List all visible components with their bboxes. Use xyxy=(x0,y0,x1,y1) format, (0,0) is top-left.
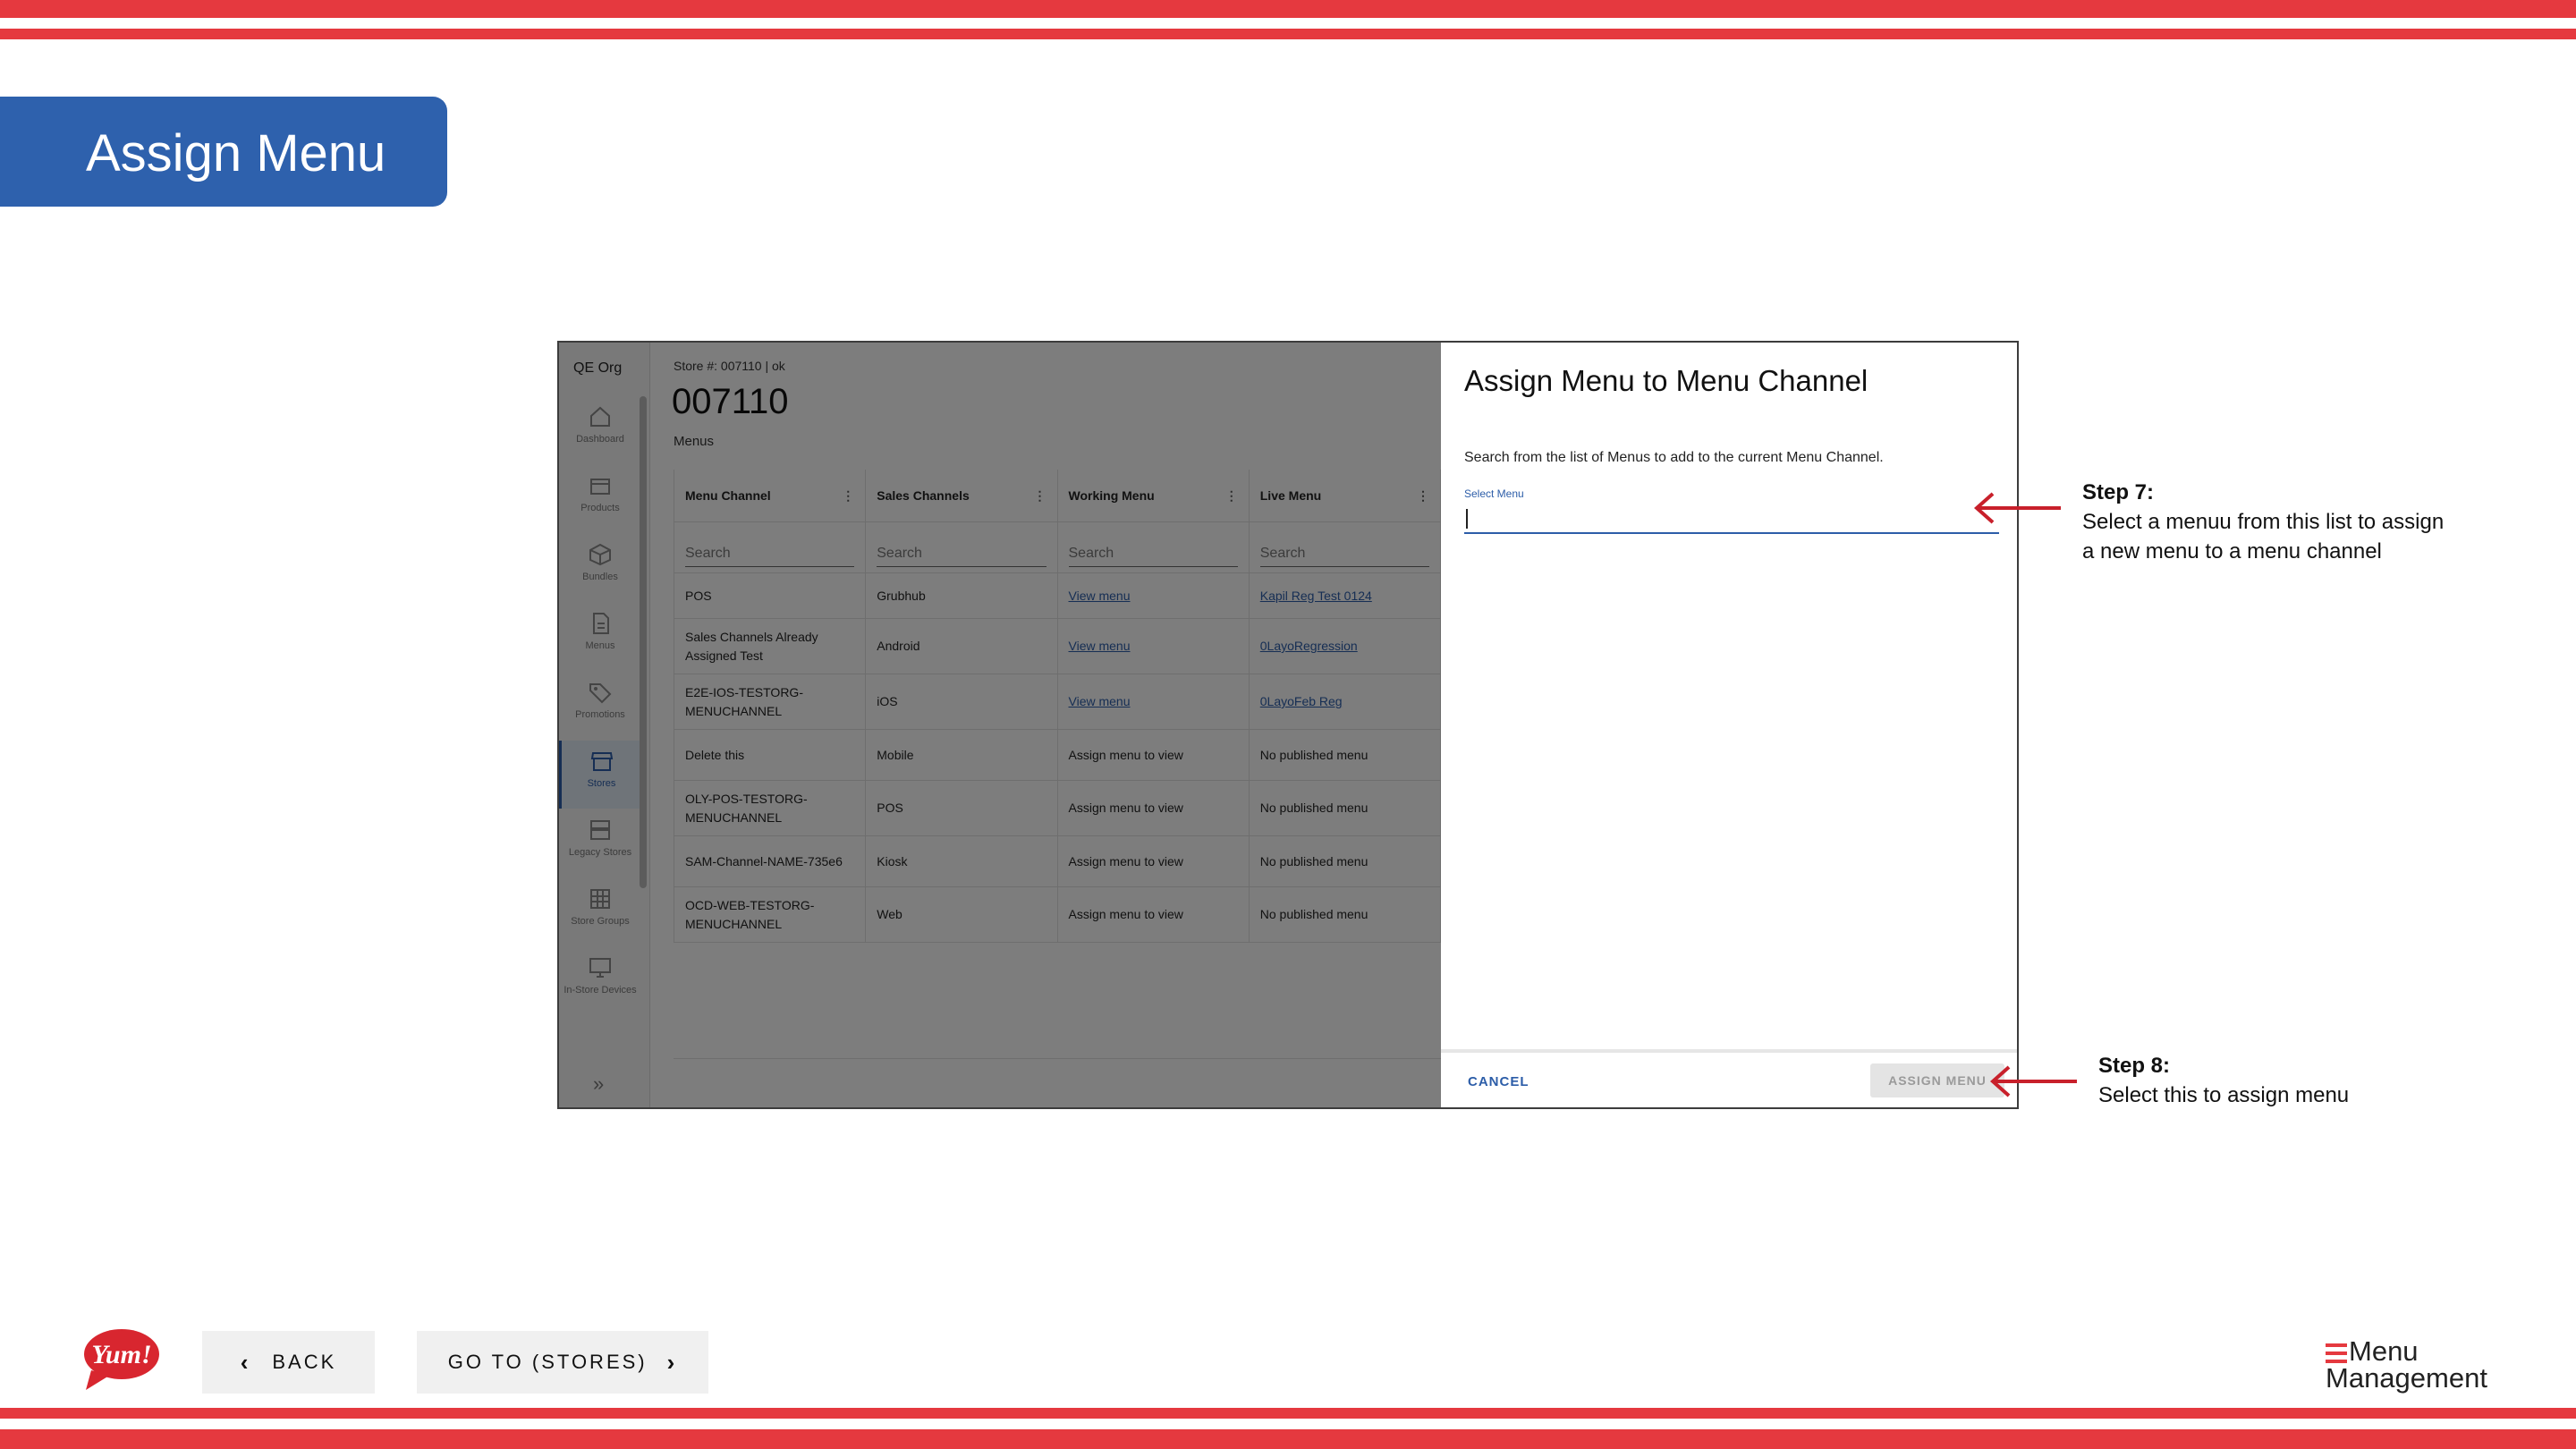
go-to-label: GO TO (STORES) xyxy=(447,1351,648,1373)
step8-title: Step 8: xyxy=(2098,1054,2171,1078)
modal-backdrop[interactable] xyxy=(559,343,1441,1107)
bottom-stripe-thin xyxy=(0,1408,2576,1419)
chevron-left-icon: ‹ xyxy=(240,1348,251,1376)
dialog-title: Assign Menu to Menu Channel xyxy=(1464,364,1868,397)
app-screenshot: QE Org DashboardProductsBundlesMenusProm… xyxy=(557,341,2019,1109)
step7-title: Step 7: xyxy=(2082,480,2155,504)
back-label: BACK xyxy=(272,1351,337,1373)
step7-arrow-icon xyxy=(1973,492,2061,524)
top-stripe-thin xyxy=(0,29,2576,39)
step7-line2: a new menu to a menu channel xyxy=(2082,539,2382,564)
page-title: Assign Menu xyxy=(0,97,447,207)
menu-bars-icon xyxy=(2326,1343,2347,1368)
go-to-stores-button[interactable]: GO TO (STORES) › xyxy=(417,1331,708,1394)
step8-text: Select this to assign menu xyxy=(2098,1083,2350,1107)
dialog-description: Search from the list of Menus to add to … xyxy=(1464,450,1884,465)
yum-logo-text: Yum! xyxy=(91,1340,151,1369)
bottom-stripe xyxy=(0,1429,2576,1449)
back-button[interactable]: ‹ BACK xyxy=(202,1331,375,1394)
logo-line1: Menu xyxy=(2349,1335,2419,1367)
step7-line1: Select a menuu from this list to assign xyxy=(2082,510,2445,534)
select-menu-input[interactable] xyxy=(1464,504,1999,534)
chevron-right-icon: › xyxy=(666,1348,678,1376)
top-stripe xyxy=(0,0,2576,18)
logo-line2: Management xyxy=(2326,1362,2487,1394)
assign-menu-button[interactable]: ASSIGN MENU xyxy=(1870,1063,2004,1097)
yum-logo-icon: Yum! xyxy=(84,1329,159,1390)
text-caret xyxy=(1466,509,1468,529)
dialog-footer: CANCEL ASSIGN MENU xyxy=(1441,1049,2017,1107)
menu-management-logo: Menu Management xyxy=(2326,1335,2487,1394)
app-window: QE Org DashboardProductsBundlesMenusProm… xyxy=(559,343,1441,1107)
cancel-button[interactable]: CANCEL xyxy=(1468,1074,1530,1089)
step8-arrow-icon xyxy=(1989,1065,2077,1097)
assign-menu-dialog: Assign Menu to Menu Channel Search from … xyxy=(1441,343,2017,1107)
select-menu-label: Select Menu xyxy=(1464,487,1524,500)
step7-annotation: Step 7: Select a menuu from this list to… xyxy=(2082,478,2444,566)
step8-annotation: Step 8: Select this to assign menu xyxy=(2098,1051,2349,1110)
